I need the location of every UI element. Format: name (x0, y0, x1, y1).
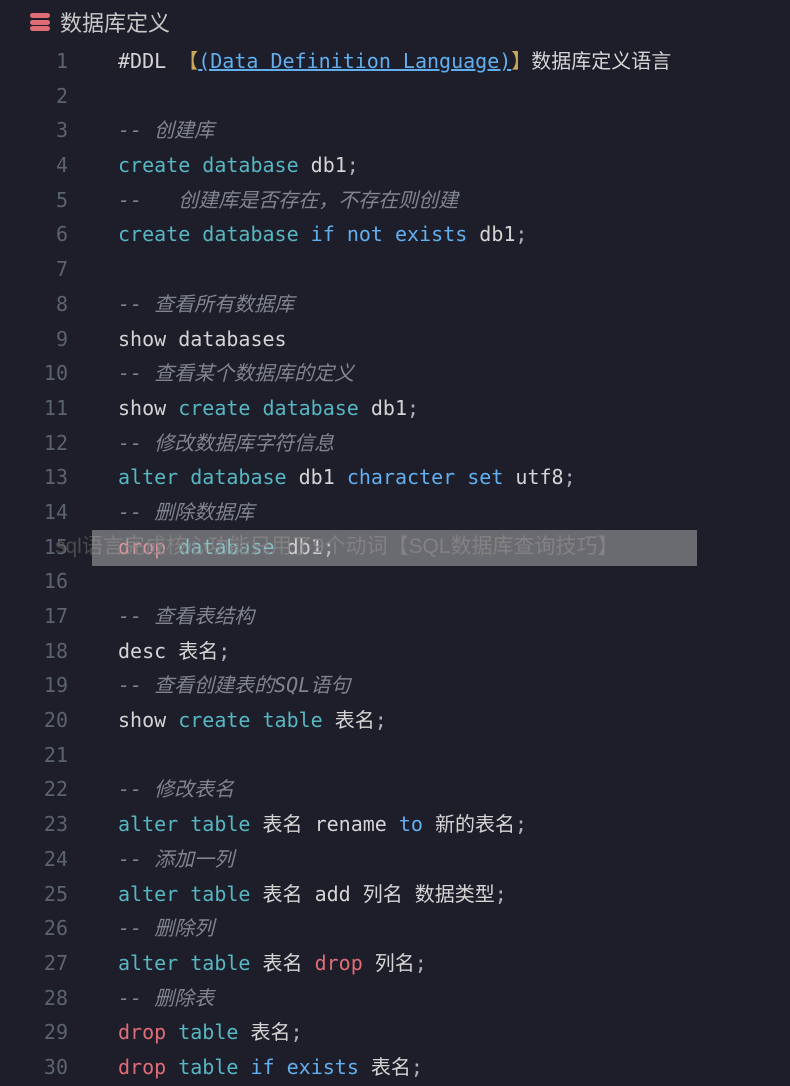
line-number: 30 (0, 1050, 78, 1085)
file-header: 数据库定义 (0, 0, 790, 44)
line-number: 17 (0, 599, 78, 634)
line-number: 27 (0, 946, 78, 981)
line-number: 13 (0, 460, 78, 495)
line-number: 25 (0, 877, 78, 912)
line-number: 16 (0, 564, 78, 599)
database-icon (30, 13, 50, 31)
code-line[interactable]: -- 修改数据库字符信息 (118, 426, 790, 461)
line-number: 6 (0, 217, 78, 252)
line-number: 2 (0, 79, 78, 114)
code-line[interactable]: desc 表名; (118, 634, 790, 669)
code-line[interactable]: -- 删除列 (118, 911, 790, 946)
line-number: 23 (0, 807, 78, 842)
code-line[interactable]: -- 修改表名 (118, 772, 790, 807)
line-number: 11 (0, 391, 78, 426)
code-line[interactable] (118, 79, 790, 114)
code-line[interactable]: alter database db1 character set utf8; (118, 460, 790, 495)
code-line[interactable]: #DDL 【(Data Definition Language)】数据库定义语言 (118, 44, 790, 79)
code-line[interactable] (118, 252, 790, 287)
code-line[interactable]: alter table 表名 rename to 新的表名; (118, 807, 790, 842)
code-line[interactable]: create database db1; (118, 148, 790, 183)
code-line[interactable]: alter table 表名 add 列名 数据类型; (118, 877, 790, 912)
line-number: 12 (0, 426, 78, 461)
line-number: 10 (0, 356, 78, 391)
code-line[interactable]: -- 查看所有数据库 (118, 287, 790, 322)
line-number: 14 (0, 495, 78, 530)
line-number: 8 (0, 287, 78, 322)
line-number: 24 (0, 842, 78, 877)
code-line[interactable]: -- 查看创建表的SQL语句 (118, 668, 790, 703)
line-number: 7 (0, 252, 78, 287)
line-number: 9 (0, 322, 78, 357)
code-line[interactable]: -- 删除数据库 (118, 495, 790, 530)
code-line[interactable]: -- 查看表结构 (118, 599, 790, 634)
code-line[interactable]: -- 删除表 (118, 981, 790, 1016)
line-number: 18 (0, 634, 78, 669)
code-line[interactable] (118, 738, 790, 773)
code-line[interactable]: show databases (118, 322, 790, 357)
line-number: 4 (0, 148, 78, 183)
line-number: 3 (0, 113, 78, 148)
code-line[interactable]: -- 添加一列 (118, 842, 790, 877)
code-line[interactable]: create database if not exists db1; (118, 217, 790, 252)
code-line[interactable]: drop table 表名; (118, 1015, 790, 1050)
file-title: 数据库定义 (60, 6, 170, 38)
line-number: 19 (0, 668, 78, 703)
line-number: 22 (0, 772, 78, 807)
line-number: 29 (0, 1015, 78, 1050)
code-line[interactable]: alter table 表名 drop 列名; (118, 946, 790, 981)
line-number: 21 (0, 738, 78, 773)
code-line[interactable]: -- 创建库 (118, 113, 790, 148)
code-line[interactable] (118, 564, 790, 599)
code-line[interactable]: drop table if exists 表名; (118, 1050, 790, 1085)
code-line[interactable]: -- 查看某个数据库的定义 (118, 356, 790, 391)
line-number: 20 (0, 703, 78, 738)
line-number: 1 (0, 44, 78, 79)
line-gutter: 1234567891011121314151617181920212223242… (0, 44, 78, 1085)
code-line[interactable]: show create table 表名; (118, 703, 790, 738)
code-line[interactable]: show create database db1; (118, 391, 790, 426)
line-number: 28 (0, 981, 78, 1016)
code-line[interactable]: -- 创建库是否存在，不存在则创建 (118, 183, 790, 218)
selection-highlight (92, 530, 697, 566)
line-number: 26 (0, 911, 78, 946)
line-number: 5 (0, 183, 78, 218)
